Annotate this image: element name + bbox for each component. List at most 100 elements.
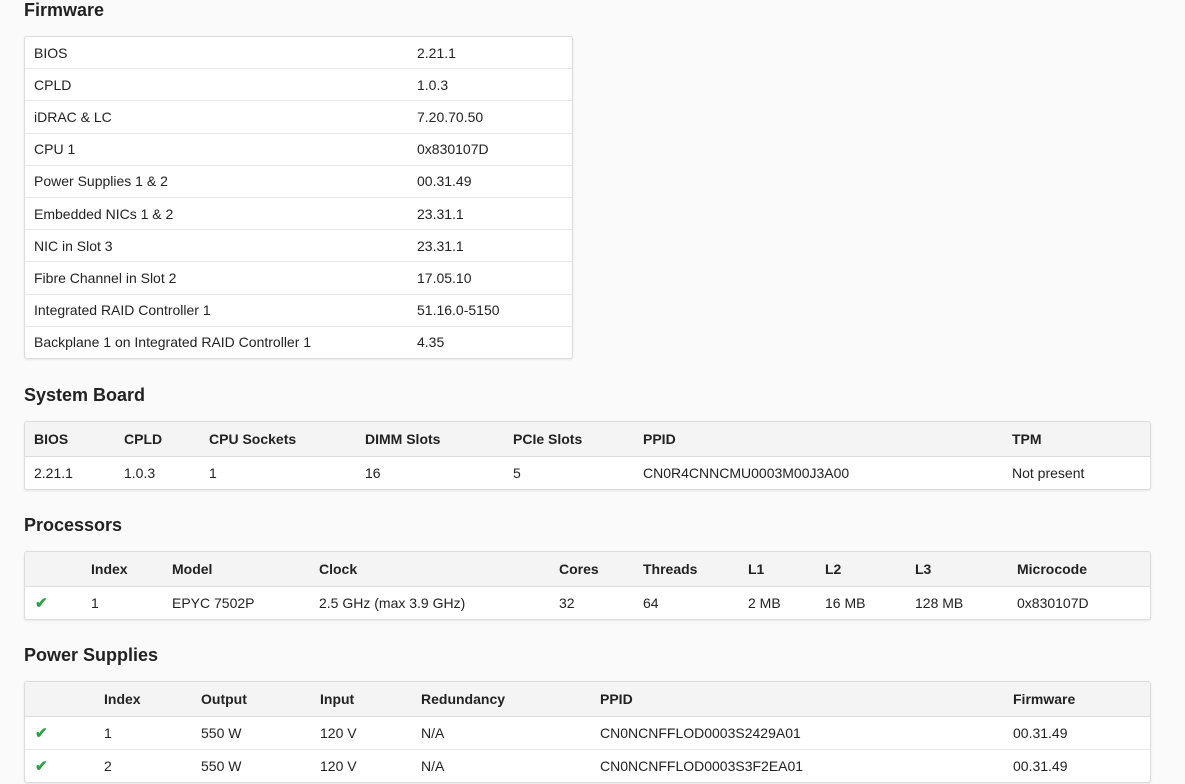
column-header-firmware: Firmware (1004, 682, 1150, 717)
table-cell: NIC in Slot 3 (25, 229, 408, 262)
table-header-row: Index Output Input Redundancy PPID Firmware (25, 682, 1150, 717)
column-header-l1: L1 (739, 552, 816, 587)
table-cell: CN0NCNFFLOD0003S2429A01 (600, 725, 801, 741)
table-cell: 1 (91, 595, 99, 611)
table-cell: N/A (412, 749, 591, 782)
table-cell: 4.35 (408, 325, 572, 358)
table-cell: 51.16.0-5150 (408, 293, 572, 327)
table-cell: CN0NCNFFLOD0003S3F2EA01 (591, 749, 1004, 782)
table-row: Fibre Channel in Slot 2 17.05.10 (25, 261, 572, 294)
processors-heading: Processors (24, 515, 123, 535)
system-board-heading: System Board (24, 385, 146, 405)
system-board-card: BIOS CPLD CPU Sockets DIMM Slots PCIe Slots P… (24, 421, 1151, 490)
table-row: Integrated RAID Controller 1 51.16.0-5150 (25, 293, 572, 327)
table-cell: 00.31.49 (1013, 725, 1068, 741)
column-header-redundancy: Redundancy (412, 682, 591, 717)
table-row: CPU 1 0x830107D (25, 132, 572, 166)
column-header-index: Index (82, 552, 163, 587)
table-cell: 2.21.1 (34, 465, 73, 481)
table-cell: 64 (643, 595, 659, 611)
table-cell: iDRAC & LC (25, 100, 408, 134)
table-header-row: Index Model Clock Cores Threads L1 L2 L3 Microco… (25, 552, 1150, 587)
processors-card: Index Model Clock Cores Threads L1 L2 L3 Microco… (24, 551, 1151, 620)
table-cell: 00.31.49 (1004, 749, 1150, 782)
column-header-ppid: PPID (634, 422, 1003, 457)
table-row: Power Supplies 1 & 2 00.31.49 (25, 164, 572, 198)
table-cell: 00.31.49 (408, 164, 572, 198)
table-cell: Integrated RAID Controller 1 (25, 293, 408, 327)
table-row: CPLD 1.0.3 (25, 68, 572, 101)
table-cell: 5 (513, 465, 521, 481)
table-cell: CPU 1 (25, 132, 408, 166)
table-cell: BIOS (34, 44, 68, 61)
table-row: 2.21.1 1.0.3 1 16 5 CN0R4CNNCMU0003M00J3A00 No… (25, 457, 1150, 490)
check-icon: ✔ (35, 595, 48, 612)
table-cell: EPYC 7502P (172, 595, 255, 611)
table-cell: Embedded NICs 1 & 2 (25, 196, 408, 230)
table-cell: Not present (1012, 465, 1085, 481)
table-cell: 7.20.70.50 (408, 100, 572, 134)
table-cell: 550 W (201, 725, 242, 741)
table-cell: 2 (95, 749, 192, 782)
column-header-cores: Cores (550, 552, 634, 587)
table-row: ✔ 1 550 W 120 V N/A CN0NCNFFLOD0003S2429A01 00… (25, 717, 1150, 750)
table-cell: 23.31.1 (408, 196, 572, 230)
column-header-output: Output (192, 682, 311, 717)
column-header-input: Input (311, 682, 412, 717)
table-cell: Power Supplies 1 & 2 (25, 164, 408, 198)
table-cell: 1.0.3 (124, 465, 156, 481)
table-cell: 2 MB (748, 595, 781, 611)
firmware-heading: Firmware (24, 0, 105, 20)
table-cell: Backplane 1 on Integrated RAID Controlle… (25, 325, 408, 358)
column-header-l2: L2 (816, 552, 906, 587)
table-cell: N/A (421, 725, 445, 741)
table-cell: 2.5 GHz (max 3.9 GHz) (319, 595, 466, 611)
table-row: Embedded NICs 1 & 2 23.31.1 (25, 196, 572, 230)
column-header-ppid: PPID (591, 682, 1004, 717)
check-icon: ✔ (25, 749, 95, 782)
table-cell: 2.21.1 (417, 44, 456, 61)
column-header-cpu-sockets: CPU Sockets (200, 422, 356, 457)
table-cell: 16 (365, 465, 381, 481)
table-cell: 128 MB (915, 595, 964, 611)
table-cell: 16 MB (825, 595, 866, 611)
table-cell: 550 W (192, 749, 311, 782)
column-header-pcie-slots: PCIe Slots (504, 422, 634, 457)
table-cell: 1.0.3 (408, 68, 572, 101)
check-icon: ✔ (35, 725, 48, 742)
table-cell: 0x830107D (1017, 595, 1089, 611)
column-header-index: Index (95, 682, 192, 717)
table-cell: 0x830107D (408, 132, 572, 166)
firmware-card: BIOS 2.21.1 CPLD 1.0.3 iDRAC & LC 7.20.70.50 C… (24, 36, 573, 359)
column-header-bios: BIOS (25, 422, 115, 457)
power-supplies-card: Index Output Input Redundancy PPID Firmware ✔ 1… (24, 681, 1151, 783)
table-row: NIC in Slot 3 23.31.1 (25, 229, 572, 262)
column-header-tpm: TPM (1003, 422, 1150, 457)
column-header-threads: Threads (634, 552, 739, 587)
table-cell: Fibre Channel in Slot 2 (25, 261, 408, 294)
table-cell: 17.05.10 (408, 261, 572, 294)
table-cell: 32 (559, 595, 575, 611)
column-header-model: Model (163, 552, 310, 587)
power-supplies-heading: Power Supplies (24, 645, 159, 665)
table-cell: 23.31.1 (408, 229, 572, 262)
table-row: ✔ 1 EPYC 7502P 2.5 GHz (max 3.9 GHz) 32 64 2 M… (25, 587, 1150, 620)
table-row: Backplane 1 on Integrated RAID Controlle… (25, 325, 572, 358)
table-cell: 120 V (320, 725, 357, 741)
column-header-status (25, 552, 82, 587)
table-header-row: BIOS CPLD CPU Sockets DIMM Slots PCIe Slots P… (25, 422, 1150, 457)
table-row: iDRAC & LC 7.20.70.50 (25, 100, 572, 134)
column-header-microcode: Microcode (1008, 552, 1150, 587)
table-cell: CPLD (25, 68, 408, 101)
table-row: ✔ 2 550 W 120 V N/A CN0NCNFFLOD0003S3F2EA01 00… (25, 749, 1150, 782)
column-header-l3: L3 (906, 552, 1008, 587)
table-cell: 1 (104, 725, 112, 741)
table-cell: 120 V (311, 749, 412, 782)
table-cell: CN0R4CNNCMU0003M00J3A00 (643, 465, 850, 481)
column-header-clock: Clock (310, 552, 550, 587)
column-header-status (25, 682, 95, 717)
table-row: BIOS 2.21.1 (25, 37, 572, 69)
column-header-cpld: CPLD (115, 422, 200, 457)
column-header-dimm-slots: DIMM Slots (356, 422, 504, 457)
table-cell: 1 (209, 465, 217, 481)
